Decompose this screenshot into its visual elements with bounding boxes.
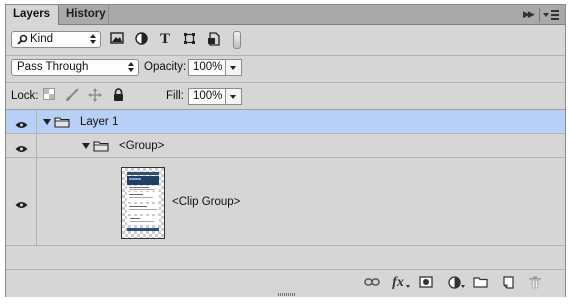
chevron-down-icon <box>230 66 236 70</box>
image-filter-icon[interactable] <box>109 32 125 48</box>
header-separator <box>539 8 540 22</box>
layer-thumbnail <box>121 167 165 239</box>
layer-row-layer-1[interactable]: Layer 1 <box>6 110 565 134</box>
opacity-label: Opacity: <box>144 61 187 73</box>
resize-grip[interactable] <box>278 293 296 296</box>
panel-header-controls: ▶▶ <box>523 8 561 22</box>
opacity-dropdown-button[interactable] <box>225 59 242 76</box>
panel-menu-icon[interactable] <box>543 8 559 22</box>
search-icon <box>17 34 28 45</box>
folder-icon <box>93 140 109 152</box>
shape-filter-icon[interactable] <box>181 32 197 48</box>
blend-mode-select[interactable]: Pass Through <box>11 59 139 76</box>
layers-panel: Layers History ▶▶ Kind T Pass Through Op… <box>5 4 566 297</box>
folder-icon <box>54 116 70 128</box>
filter-row: Kind T <box>6 25 565 55</box>
layer-name: <Group> <box>119 140 165 152</box>
chevron-down-icon <box>230 95 236 99</box>
lock-position-icon[interactable] <box>87 88 103 104</box>
smart-object-filter-icon[interactable] <box>205 32 221 48</box>
opacity-input[interactable]: 100% <box>188 59 226 76</box>
panel-tab-bar: Layers History ▶▶ <box>6 5 565 25</box>
lock-transparent-icon[interactable] <box>41 88 57 104</box>
adjustment-icon[interactable] <box>446 276 462 290</box>
lock-image-icon[interactable] <box>64 88 80 104</box>
visibility-column <box>6 158 37 245</box>
type-filter-icon[interactable]: T <box>157 31 173 47</box>
layer-name: <Clip Group> <box>172 196 241 208</box>
fx-dropdown-icon <box>406 285 410 288</box>
updown-arrows-icon <box>128 62 134 73</box>
new-layer-icon[interactable] <box>500 276 516 290</box>
visibility-column <box>6 134 37 157</box>
adjustment-filter-icon[interactable] <box>133 32 149 48</box>
eye-icon[interactable] <box>15 142 28 152</box>
lock-all-icon[interactable] <box>110 88 126 104</box>
disclosure-triangle-icon[interactable] <box>82 143 90 149</box>
filter-kind-label: Kind <box>30 33 54 45</box>
fill-input[interactable]: 100% <box>188 88 226 105</box>
trash-icon[interactable] <box>527 276 543 290</box>
layers-panel-footer: fx <box>6 269 565 297</box>
layer-row-group[interactable]: <Group> <box>6 134 565 158</box>
tab-layers[interactable]: Layers <box>6 5 59 25</box>
layer-row-clip-group[interactable]: <Clip Group> <box>6 158 565 246</box>
filter-kind-select[interactable]: Kind <box>11 31 101 48</box>
eye-icon[interactable] <box>15 118 28 128</box>
adjustment-dropdown-icon <box>461 285 465 288</box>
filter-toggle-icon[interactable] <box>233 31 241 49</box>
visibility-column <box>6 110 37 133</box>
tab-history[interactable]: History <box>59 5 109 25</box>
collapse-panel-icon[interactable]: ▶▶ <box>523 9 535 20</box>
link-icon[interactable] <box>364 276 380 290</box>
layer-name: Layer 1 <box>80 116 119 128</box>
mask-icon[interactable] <box>418 276 434 290</box>
fx-icon[interactable]: fx <box>390 276 406 290</box>
disclosure-triangle-icon[interactable] <box>43 119 51 125</box>
fill-dropdown-button[interactable] <box>225 88 242 105</box>
new-group-icon[interactable] <box>472 276 488 290</box>
fill-label: Fill: <box>166 90 184 102</box>
lock-row: Lock: Fill: 100% <box>6 83 565 109</box>
blend-mode-label: Pass Through <box>17 61 89 73</box>
layers-list: Layer 1 <Group> <Clip Group> <box>6 109 565 269</box>
eye-icon[interactable] <box>15 198 28 208</box>
blend-row: Pass Through Opacity: 100% <box>6 56 565 82</box>
lock-label: Lock: <box>11 90 39 102</box>
updown-arrows-icon <box>90 34 96 45</box>
